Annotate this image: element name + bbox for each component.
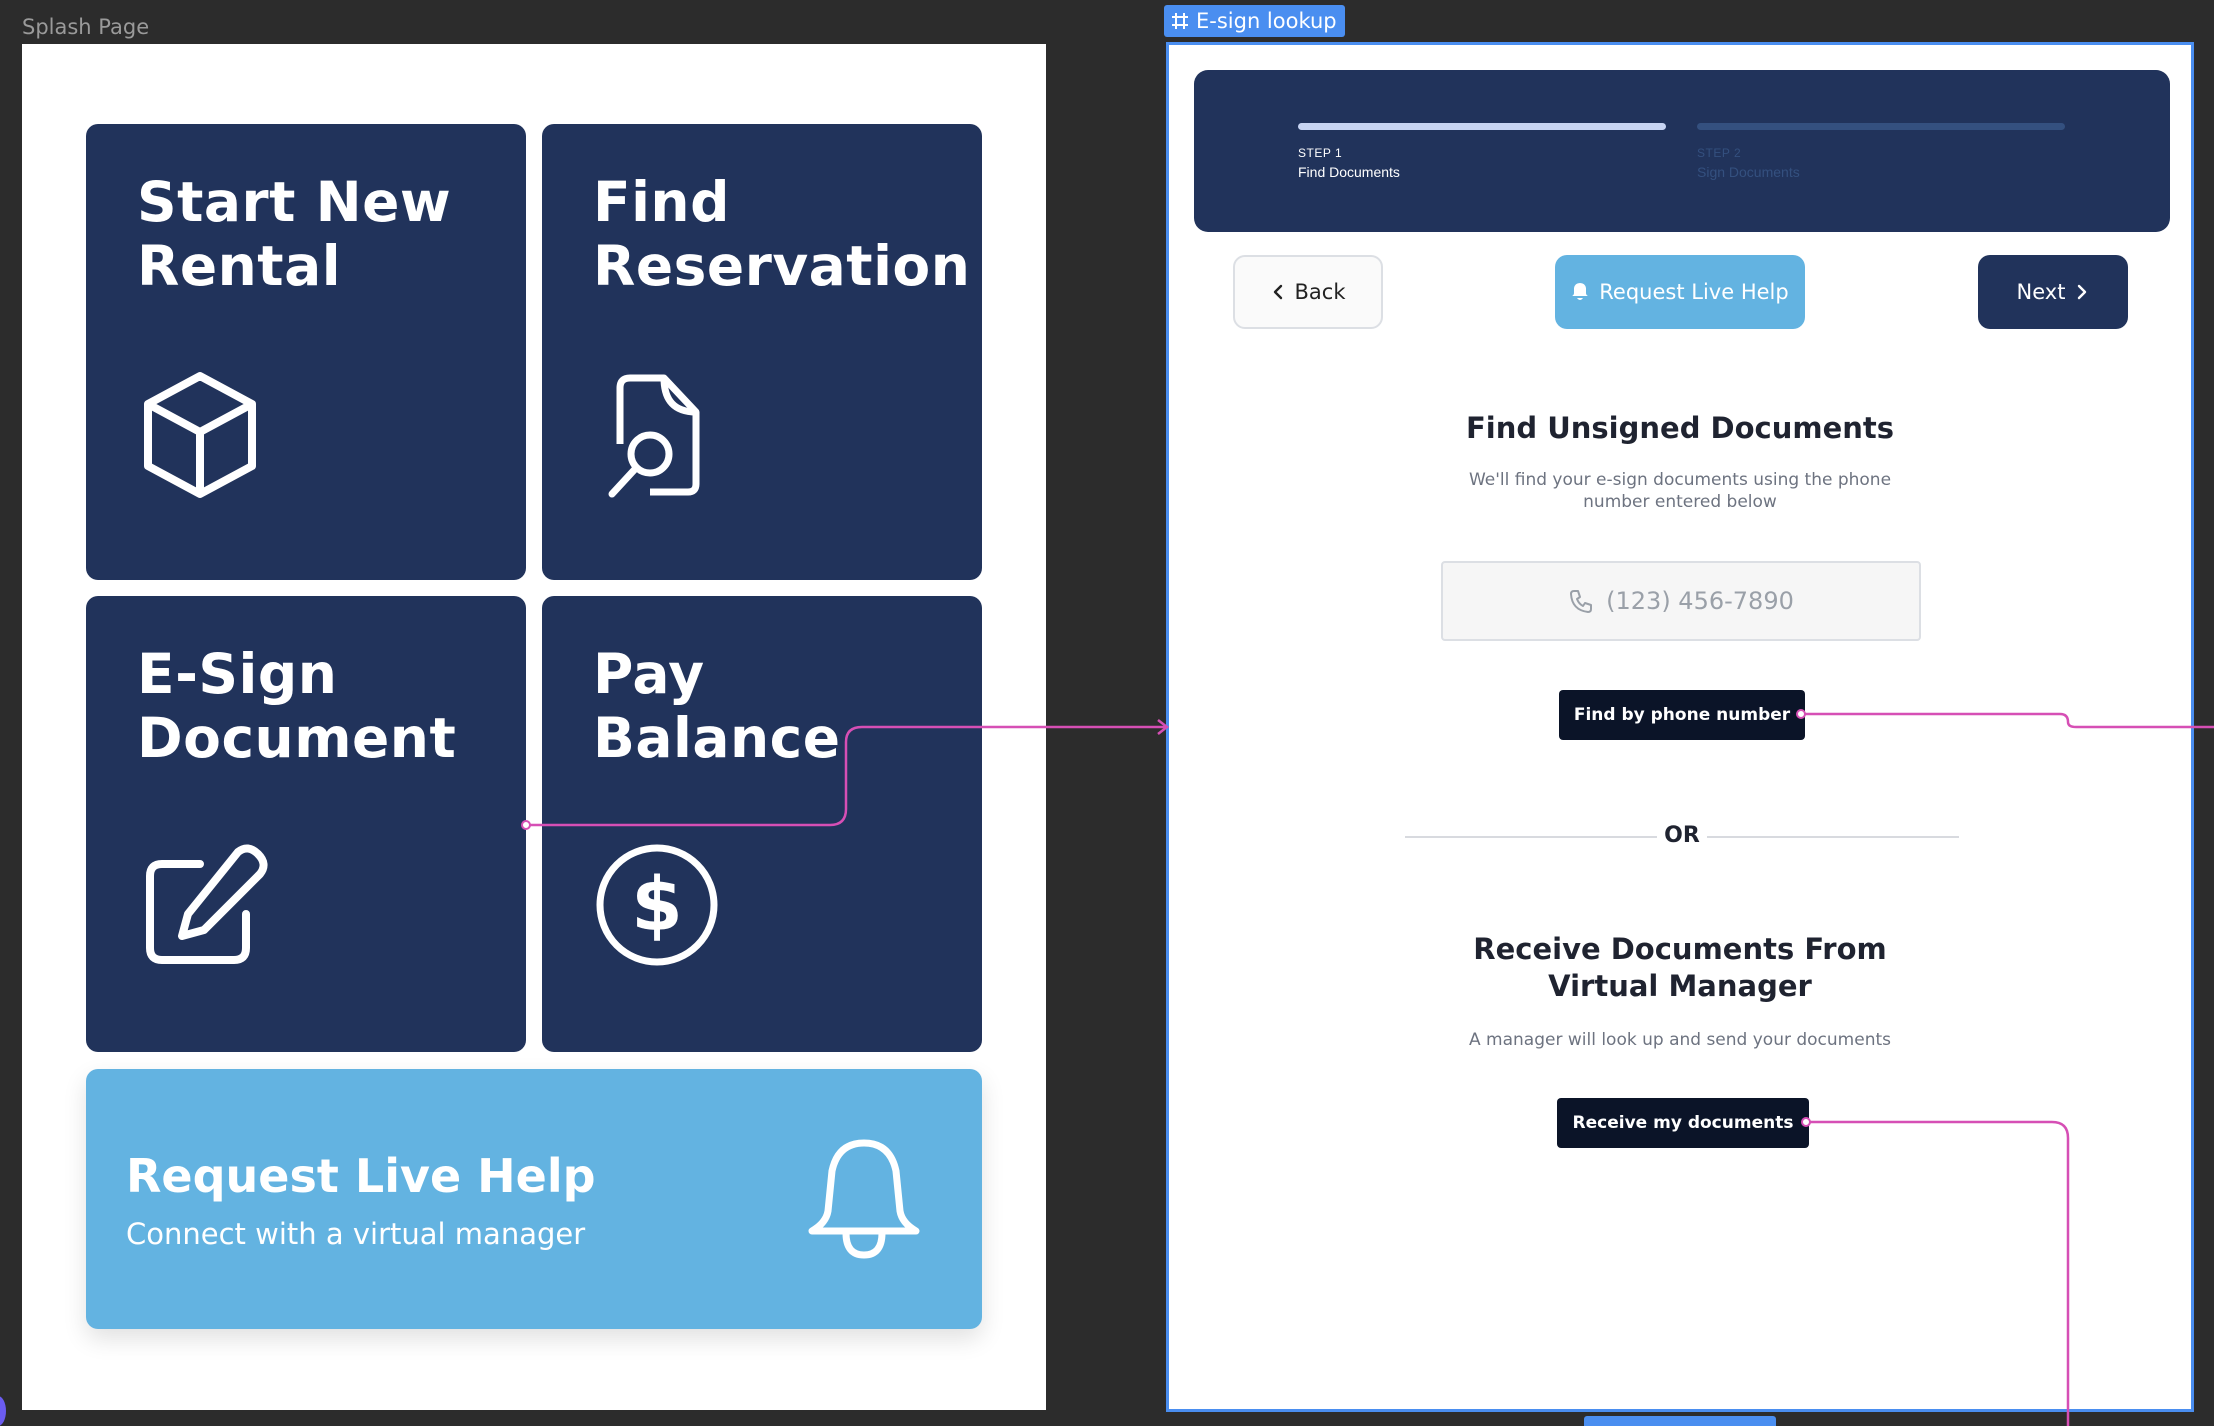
request-live-help-button[interactable]: Request Live Help <box>1555 255 1805 329</box>
step-1-name: Find Documents <box>1298 164 1400 180</box>
document-search-icon <box>608 374 700 498</box>
edit-icon <box>146 844 268 964</box>
request-live-help-label: Request Live Help <box>1599 280 1789 304</box>
phone-number-input[interactable]: (123) 456-7890 <box>1441 561 1921 641</box>
next-button-label: Next <box>2016 280 2066 304</box>
tile-pay-balance[interactable]: Pay Balance $ <box>542 596 982 1052</box>
step-2-label: STEP 2 <box>1697 146 1742 160</box>
tile-e-sign-document[interactable]: E-Sign Document <box>86 596 526 1052</box>
receive-documents-title: Receive Documents From Virtual Manager <box>1473 932 1887 1003</box>
phone-input-placeholder: (123) 456-7890 <box>1606 587 1794 615</box>
bell-icon <box>808 1139 920 1259</box>
help-tile-title: Request Live Help <box>126 1149 596 1203</box>
dollar-circle-icon: $ <box>596 844 718 966</box>
find-documents-description: We'll find your e-sign documents using t… <box>1468 470 1892 512</box>
esign-frame-tag[interactable]: E-sign lookup <box>1164 5 1345 37</box>
esign-frame-tag-label: E-sign lookup <box>1196 9 1337 33</box>
tile-title: Pay Balance <box>593 642 841 770</box>
user-cursor-avatar <box>0 1396 6 1426</box>
chevron-left-icon <box>1273 284 1282 300</box>
chevron-right-icon <box>2078 284 2087 300</box>
tile-find-reservation[interactable]: Find Reservation <box>542 124 982 580</box>
next-button[interactable]: Next <box>1978 255 2128 329</box>
step-2-progress-bar <box>1697 123 2065 130</box>
splash-frame-label[interactable]: Splash Page <box>22 15 149 39</box>
cube-icon <box>144 372 256 498</box>
tile-title: Start New Rental <box>137 170 452 298</box>
find-by-phone-button[interactable]: Find by phone number <box>1559 690 1805 740</box>
tile-title: Find Reservation <box>593 170 971 298</box>
request-live-help-tile[interactable]: Request Live Help Connect with a virtual… <box>86 1069 982 1329</box>
progress-stepper: STEP 1 Find Documents STEP 2 Sign Docume… <box>1194 70 2170 232</box>
step-1-progress-bar <box>1298 123 1666 130</box>
or-divider-text: OR <box>1664 823 1700 848</box>
receive-documents-description: A manager will look up and send your doc… <box>1469 1030 1891 1050</box>
bell-icon <box>1572 283 1589 300</box>
phone-icon <box>1570 590 1593 613</box>
receive-my-documents-button[interactable]: Receive my documents <box>1557 1098 1809 1148</box>
back-button[interactable]: Back <box>1233 255 1383 329</box>
divider-right <box>1707 836 1959 838</box>
next-frame-tag[interactable] <box>1584 1416 1776 1426</box>
tile-title: E-Sign Document <box>137 642 457 770</box>
esign-lookup-frame: STEP 1 Find Documents STEP 2 Sign Docume… <box>1166 42 2194 1412</box>
svg-text:$: $ <box>631 862 683 948</box>
tile-start-new-rental[interactable]: Start New Rental <box>86 124 526 580</box>
step-2-name: Sign Documents <box>1697 164 1800 180</box>
help-tile-subtitle: Connect with a virtual manager <box>126 1217 586 1251</box>
splash-frame: Start New Rental Find Reservation E-Sign… <box>22 44 1046 1410</box>
back-button-label: Back <box>1294 280 1346 304</box>
step-1-label: STEP 1 <box>1298 146 1343 160</box>
frame-hash-icon <box>1172 13 1188 29</box>
find-documents-title: Find Unsigned Documents <box>1465 411 1895 445</box>
divider-left <box>1405 836 1657 838</box>
